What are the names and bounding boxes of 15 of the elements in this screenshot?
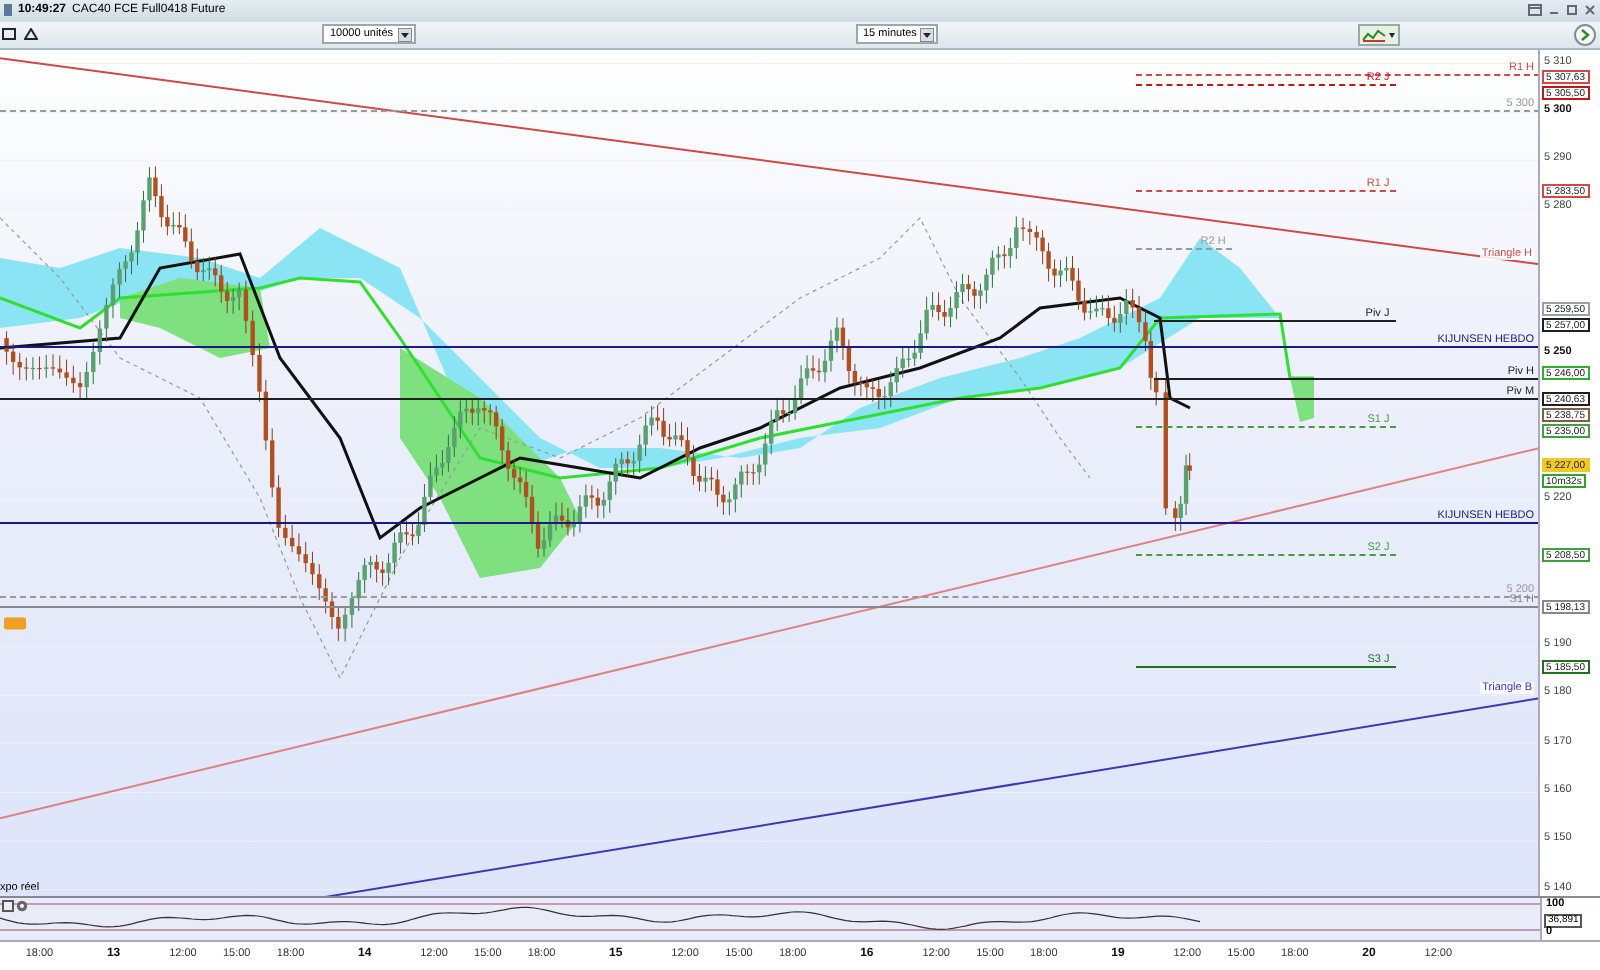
maximize-icon[interactable]	[1566, 4, 1578, 17]
chart-type-button[interactable]	[1358, 23, 1401, 46]
close-icon[interactable]	[1584, 4, 1596, 17]
caret-icon	[920, 27, 935, 42]
alert-marker-icon	[4, 616, 26, 629]
window-icon[interactable]	[1528, 4, 1542, 17]
circle-icon[interactable]	[16, 899, 28, 912]
round-icon[interactable]	[1574, 23, 1596, 46]
caret-icon	[397, 27, 411, 42]
rectangle-icon[interactable]	[2, 28, 16, 41]
line-chart-icon	[1362, 27, 1387, 42]
triangle-icon[interactable]	[24, 28, 38, 41]
caret-icon	[1388, 27, 1397, 42]
square-icon[interactable]	[2, 899, 14, 912]
app-icon	[4, 2, 12, 19]
